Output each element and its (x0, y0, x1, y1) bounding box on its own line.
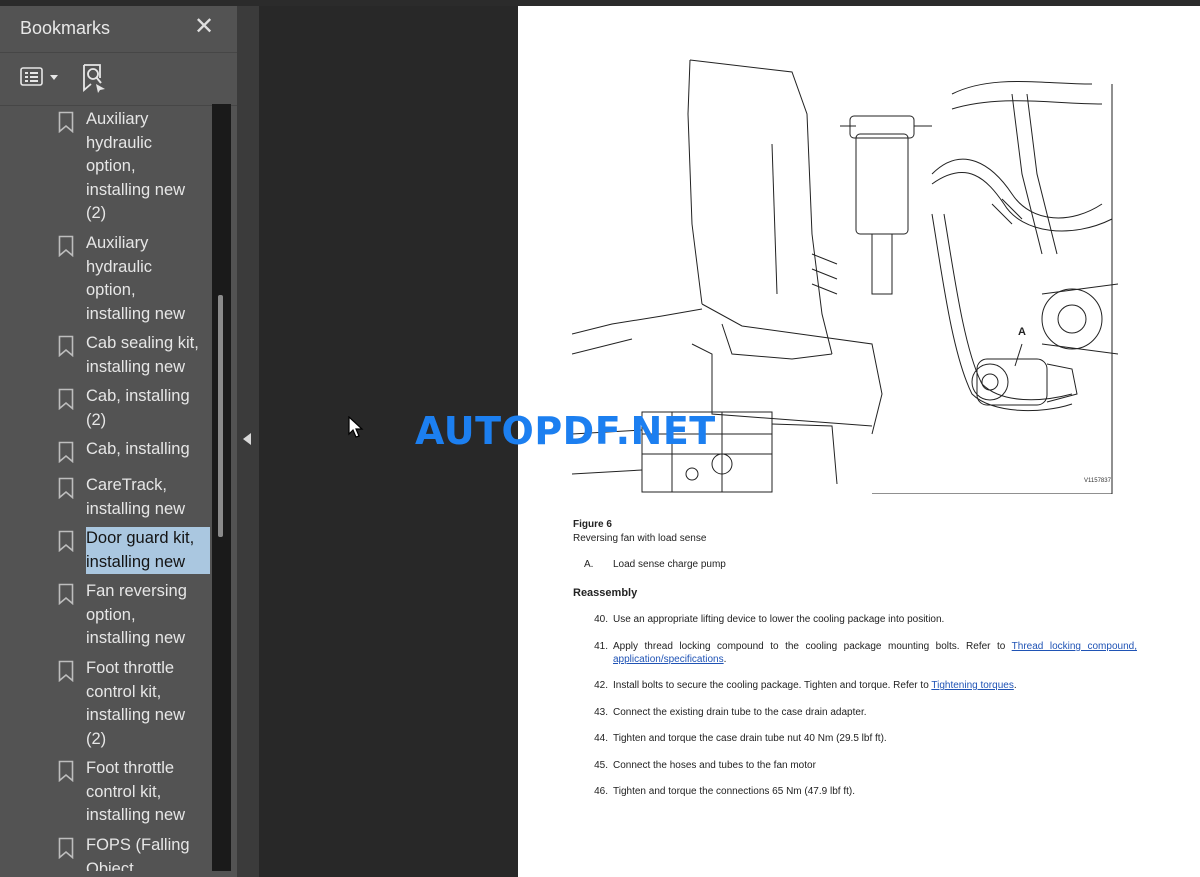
figure-id: V1157837 (1084, 478, 1111, 484)
scrollbar-thumb[interactable] (218, 295, 223, 537)
step-text: Tighten and torque the case drain tube n… (613, 733, 887, 744)
step-text: Apply thread locking compound to the coo… (613, 640, 1137, 666)
close-icon[interactable]: ✕ (191, 14, 217, 40)
bookmark-label: Cab sealing kit, installing new (86, 334, 199, 376)
step-text: Tighten and torque the connections 65 Nm… (613, 786, 855, 797)
bookmark-label: Foot throttle control kit, installing ne… (86, 759, 186, 825)
bookmark-list: Auxiliary hydraulic option, installing n… (0, 104, 212, 871)
bookmark-label: Cab, installing (86, 440, 190, 458)
mouse-pointer-icon (348, 416, 364, 438)
legend-letter: A. (584, 559, 594, 570)
step-number: 45. (594, 760, 608, 771)
step-text-part: Apply thread locking compound to the coo… (613, 641, 1012, 652)
bookmark-icon (58, 388, 74, 410)
figure-title: Figure 6 (573, 519, 612, 530)
bookmark-icon (58, 837, 74, 859)
bookmarks-panel-title: Bookmarks (20, 18, 111, 38)
step-text-part: Install bolts to secure the cooling pack… (613, 680, 932, 691)
step-text: Install bolts to secure the cooling pack… (613, 679, 1137, 692)
bookmark-icon (58, 235, 74, 257)
find-bookmark-button[interactable] (80, 62, 108, 94)
watermark: AUTOPDF.NET (415, 409, 716, 453)
step-text: Connect the hoses and tubes to the fan m… (613, 760, 816, 771)
step-number: 44. (594, 733, 608, 744)
bookmark-icon (58, 441, 74, 463)
step-number: 46. (594, 786, 608, 797)
legend-text: Load sense charge pump (613, 559, 726, 570)
collapse-panel-arrow-icon[interactable] (243, 433, 251, 445)
step-text-part: . (723, 654, 727, 665)
step-number: 42. (594, 680, 608, 691)
bookmark-label: FOPS (Falling Object (86, 836, 190, 871)
bookmark-label: Foot throttle control kit, installing ne… (86, 659, 186, 748)
step-text-part: . (1013, 680, 1017, 691)
bookmark-label: Cab, installing (2) (86, 387, 190, 429)
bookmark-icon (58, 477, 74, 499)
bookmark-icon (58, 111, 74, 133)
bookmark-label: Door guard kit, installing new (86, 527, 210, 575)
bookmark-label: Auxiliary hydraulic option, installing n… (86, 110, 186, 223)
bookmark-icon (58, 583, 74, 605)
find-bookmark-icon (83, 64, 105, 93)
step-text: Connect the existing drain tube to the c… (613, 707, 867, 718)
tightening-torques-link[interactable]: Tightening torques (931, 680, 1013, 691)
bookmark-icon (58, 335, 74, 357)
step-text: Use an appropriate lifting device to low… (613, 614, 945, 625)
figure-callout-a: A (1018, 326, 1026, 338)
section-heading: Reassembly (573, 587, 638, 599)
bookmark-options-button[interactable] (18, 64, 62, 90)
step-number: 41. (594, 641, 608, 652)
bookmark-icon (58, 530, 74, 552)
bookmark-label: CareTrack, installing new (86, 476, 186, 518)
bookmark-icon (58, 760, 74, 782)
divider (0, 52, 237, 53)
figure-caption: Reversing fan with load sense (573, 533, 707, 544)
bookmark-label: Fan reversing option, installing new (86, 582, 187, 648)
bookmark-icon (58, 660, 74, 682)
bookmark-options-icon (20, 67, 58, 86)
step-number: 40. (594, 614, 608, 625)
step-number: 43. (594, 707, 608, 718)
bookmark-label: Auxiliary hydraulic option, installing n… (86, 234, 186, 323)
